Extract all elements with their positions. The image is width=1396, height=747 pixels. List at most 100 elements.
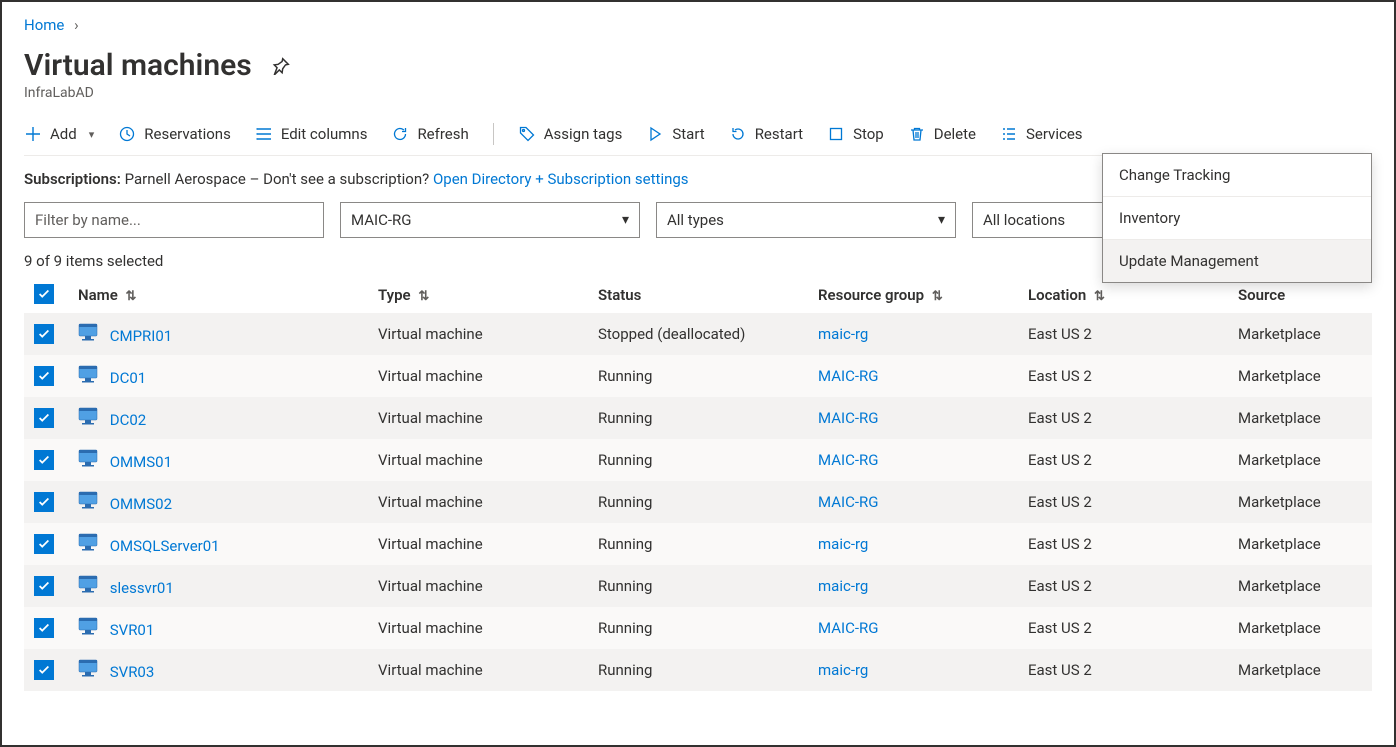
vm-type: Virtual machine <box>368 649 588 691</box>
table-row[interactable]: slessvr01 Virtual machine Running maic-r… <box>24 565 1372 607</box>
delete-button[interactable]: Delete <box>908 125 976 143</box>
vm-status: Stopped (deallocated) <box>588 313 808 355</box>
row-checkbox[interactable] <box>34 450 54 470</box>
vm-name-link[interactable]: SVR03 <box>110 663 155 681</box>
filter-types-value: All types <box>667 211 724 229</box>
services-button[interactable]: Services <box>1000 125 1083 143</box>
vm-status: Running <box>588 607 808 649</box>
row-checkbox[interactable] <box>34 408 54 428</box>
vm-type: Virtual machine <box>368 565 588 607</box>
col-loc-label: Location <box>1028 286 1086 304</box>
chevron-down-icon: ▾ <box>938 212 945 228</box>
vm-source: Marketplace <box>1228 397 1372 439</box>
vm-source: Marketplace <box>1228 313 1372 355</box>
resource-group-link[interactable]: MAIC-RG <box>818 367 878 385</box>
chevron-down-icon: ▾ <box>89 128 95 141</box>
stop-button[interactable]: Stop <box>827 125 884 143</box>
col-status-header[interactable]: Status <box>588 276 808 313</box>
vm-name-link[interactable]: OMMS01 <box>110 453 172 471</box>
play-icon <box>646 125 664 143</box>
vm-source: Marketplace <box>1228 565 1372 607</box>
directory-name: InfraLabAD <box>24 85 1372 101</box>
open-directory-link[interactable]: Open Directory + Subscription settings <box>433 170 689 188</box>
col-rg-header[interactable]: Resource group ⇅ <box>808 276 1018 313</box>
trash-icon <box>908 125 926 143</box>
table-row[interactable]: SVR03 Virtual machine Running maic-rg Ea… <box>24 649 1372 691</box>
services-dropdown: Change Tracking Inventory Update Managem… <box>1102 153 1372 283</box>
stop-label: Stop <box>853 125 884 143</box>
row-checkbox[interactable] <box>34 576 54 596</box>
add-label: Add <box>50 125 77 143</box>
table-row[interactable]: SVR01 Virtual machine Running MAIC-RG Ea… <box>24 607 1372 649</box>
col-type-header[interactable]: Type ⇅ <box>368 276 588 313</box>
row-checkbox[interactable] <box>34 660 54 680</box>
vm-location: East US 2 <box>1018 355 1228 397</box>
vm-status: Running <box>588 439 808 481</box>
resource-group-link[interactable]: MAIC-RG <box>818 493 878 511</box>
table-row[interactable]: CMPRI01 Virtual machine Stopped (dealloc… <box>24 313 1372 355</box>
table-row[interactable]: DC01 Virtual machine Running MAIC-RG Eas… <box>24 355 1372 397</box>
col-name-label: Name <box>78 286 118 304</box>
vm-name-link[interactable]: slessvr01 <box>110 579 174 597</box>
clock-icon <box>118 125 136 143</box>
row-checkbox[interactable] <box>34 324 54 344</box>
subscriptions-prompt: – Don't see a subscription? <box>250 170 430 188</box>
resource-group-link[interactable]: maic-rg <box>818 325 868 343</box>
vm-name-link[interactable]: OMMS02 <box>110 495 172 513</box>
header-checkbox[interactable] <box>24 276 68 313</box>
refresh-icon <box>391 125 409 143</box>
resource-group-link[interactable]: maic-rg <box>818 535 868 553</box>
resource-group-link[interactable]: maic-rg <box>818 661 868 679</box>
vm-name-link[interactable]: CMPRI01 <box>110 327 173 345</box>
table-row[interactable]: OMMS01 Virtual machine Running MAIC-RG E… <box>24 439 1372 481</box>
col-status-label: Status <box>598 286 641 304</box>
row-checkbox[interactable] <box>34 534 54 554</box>
stop-icon <box>827 125 845 143</box>
vm-location: East US 2 <box>1018 649 1228 691</box>
reservations-button[interactable]: Reservations <box>118 125 231 143</box>
vm-icon <box>78 659 98 677</box>
vm-name-link[interactable]: DC01 <box>110 369 146 387</box>
assign-tags-button[interactable]: Assign tags <box>518 125 623 143</box>
restart-button[interactable]: Restart <box>729 125 803 143</box>
restart-label: Restart <box>755 125 803 143</box>
start-button[interactable]: Start <box>646 125 704 143</box>
vm-location: East US 2 <box>1018 481 1228 523</box>
vm-name-link[interactable]: OMSQLServer01 <box>110 537 220 555</box>
edit-columns-button[interactable]: Edit columns <box>255 125 368 143</box>
subscriptions-label: Subscriptions: <box>24 170 121 188</box>
reservations-label: Reservations <box>144 125 231 143</box>
col-name-header[interactable]: Name ⇅ <box>68 276 368 313</box>
add-button[interactable]: Add ▾ <box>24 125 94 143</box>
menu-item-change-tracking[interactable]: Change Tracking <box>1103 154 1371 197</box>
filter-resource-group[interactable]: MAIC-RG ▾ <box>340 202 640 238</box>
row-checkbox[interactable] <box>34 492 54 512</box>
refresh-button[interactable]: Refresh <box>391 125 468 143</box>
vm-type: Virtual machine <box>368 397 588 439</box>
breadcrumb-home[interactable]: Home <box>24 16 64 34</box>
vm-name-link[interactable]: DC02 <box>110 411 146 429</box>
resource-group-link[interactable]: MAIC-RG <box>818 619 878 637</box>
row-checkbox[interactable] <box>34 618 54 638</box>
row-checkbox[interactable] <box>34 366 54 386</box>
table-row[interactable]: OMMS02 Virtual machine Running MAIC-RG E… <box>24 481 1372 523</box>
table-row[interactable]: OMSQLServer01 Virtual machine Running ma… <box>24 523 1372 565</box>
resource-group-link[interactable]: maic-rg <box>818 577 868 595</box>
menu-item-update-management[interactable]: Update Management <box>1103 240 1371 282</box>
services-icon <box>1000 125 1018 143</box>
table-row[interactable]: DC02 Virtual machine Running MAIC-RG Eas… <box>24 397 1372 439</box>
filter-rg-value: MAIC-RG <box>351 211 411 229</box>
services-label: Services <box>1026 125 1083 143</box>
vm-icon <box>78 323 98 341</box>
sort-icon: ⇅ <box>126 289 137 304</box>
resource-group-link[interactable]: MAIC-RG <box>818 409 878 427</box>
pin-icon[interactable] <box>268 53 294 79</box>
vm-status: Running <box>588 565 808 607</box>
resource-group-link[interactable]: MAIC-RG <box>818 451 878 469</box>
filter-types[interactable]: All types ▾ <box>656 202 956 238</box>
menu-item-inventory[interactable]: Inventory <box>1103 197 1371 240</box>
filter-name-input[interactable]: Filter by name... <box>24 202 324 238</box>
col-src-label: Source <box>1238 286 1285 304</box>
vm-location: East US 2 <box>1018 607 1228 649</box>
vm-name-link[interactable]: SVR01 <box>110 621 155 639</box>
